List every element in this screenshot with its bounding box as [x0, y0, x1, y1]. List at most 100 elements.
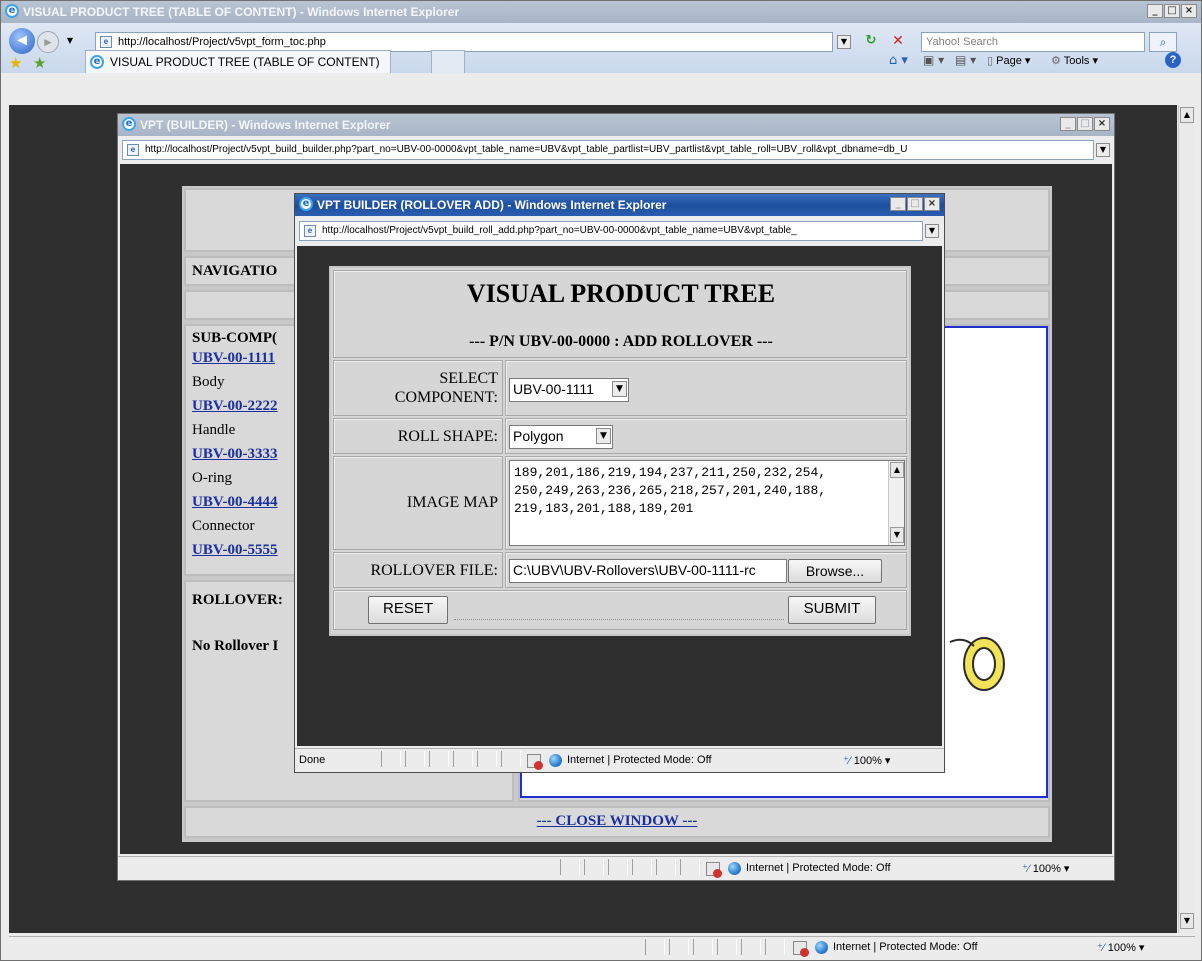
popup-address-bar[interactable]: e http://localhost/Project/v5vpt_build_r…: [299, 221, 923, 241]
component-name: Handle: [192, 422, 236, 438]
close-icon[interactable]: ×: [924, 197, 940, 211]
outer-nav-bar: ◄ ► ▼ e http://localhost/Project/v5vpt_f…: [1, 23, 1201, 73]
outer-title-bar[interactable]: e VISUAL PRODUCT TREE (TABLE OF CONTENT)…: [1, 1, 1201, 23]
select-component-label: SELECT COMPONENT:: [395, 369, 498, 407]
scroll-up-icon[interactable]: ▲: [890, 462, 904, 478]
help-icon[interactable]: ?: [1165, 52, 1181, 68]
tools-menu-label: Tools: [1063, 55, 1090, 67]
rollovers-heading: ROLLOVER:: [192, 592, 283, 608]
blocked-icon[interactable]: [706, 862, 722, 878]
new-tab-button[interactable]: [431, 50, 465, 73]
submit-button[interactable]: SUBMIT: [788, 596, 876, 624]
globe-icon: [549, 754, 562, 767]
outer-vertical-scrollbar[interactable]: ▲ ▼: [1178, 105, 1195, 933]
feeds-icon[interactable]: ▣ ▾: [923, 53, 944, 67]
select-component-label-line1: SELECT: [439, 370, 498, 387]
reset-button[interactable]: RESET: [368, 596, 448, 624]
builder-window-title: VPT (BUILDER) - Windows Internet Explore…: [140, 118, 391, 132]
select-component-input-cell: UBV-00-1111 ▼: [505, 360, 907, 416]
select-component-dropdown[interactable]: UBV-00-1111 ▼: [509, 378, 629, 402]
zoom-icon: ⁺⁄: [1097, 942, 1105, 954]
outer-window-controls: _ □ ×: [1147, 4, 1197, 18]
popup-page-area: VISUAL PRODUCT TREE --- P/N UBV-00-0000 …: [297, 246, 942, 746]
builder-status-bar: Internet | Protected Mode: Off ⁺⁄ 100% ▾: [118, 856, 1114, 880]
minimize-icon[interactable]: _: [890, 197, 906, 211]
status-cell: [717, 939, 737, 955]
popup-title-bar[interactable]: e VPT BUILDER (ROLLOVER ADD) - Windows I…: [295, 194, 944, 216]
address-dropdown-icon[interactable]: ▼: [837, 35, 851, 49]
outer-window-title: VISUAL PRODUCT TREE (TABLE OF CONTENT) -…: [23, 5, 460, 19]
scroll-down-icon[interactable]: ▼: [890, 527, 904, 543]
page-menu[interactable]: ▯ Page ▾: [987, 54, 1030, 67]
scroll-up-icon[interactable]: ▲: [1180, 107, 1194, 123]
close-icon[interactable]: ×: [1181, 4, 1197, 18]
maximize-icon[interactable]: □: [1077, 117, 1093, 131]
status-cell: [693, 939, 713, 955]
popup-status-zone: Internet | Protected Mode: Off: [567, 754, 712, 766]
rollover-file-input-cell: C:\UBV\UBV-Rollovers\UBV-00-1111-rc Brow…: [505, 552, 907, 588]
blocked-icon[interactable]: [793, 941, 809, 957]
add-favorites-icon[interactable]: ★: [33, 55, 49, 71]
roll-shape-dropdown[interactable]: Polygon ▼: [509, 425, 613, 449]
buttons-divider: [454, 619, 784, 620]
component-link[interactable]: UBV-00-4444: [192, 494, 278, 511]
status-cell: [680, 859, 700, 875]
refresh-icon[interactable]: ↻: [861, 33, 881, 51]
builder-title-bar[interactable]: e VPT (BUILDER) - Windows Internet Explo…: [118, 114, 1114, 136]
component-link[interactable]: UBV-00-2222: [192, 398, 278, 415]
product-image: [949, 637, 1005, 691]
builder-address-text: http://localhost/Project/v5vpt_build_bui…: [145, 144, 908, 155]
favorites-star-icon[interactable]: ★: [9, 55, 25, 71]
builder-address-bar[interactable]: e http://localhost/Project/v5vpt_build_b…: [122, 140, 1094, 160]
status-cell: [405, 751, 425, 767]
minimize-icon[interactable]: _: [1060, 117, 1076, 131]
component-link[interactable]: UBV-00-1111: [192, 350, 275, 367]
stop-icon[interactable]: ✕: [889, 33, 907, 51]
maximize-icon[interactable]: □: [1164, 4, 1180, 18]
roll-shape-value: Polygon: [513, 428, 564, 444]
popup-zoom-control[interactable]: ⁺⁄ 100% ▾: [843, 754, 890, 767]
rollover-file-path-input[interactable]: C:\UBV\UBV-Rollovers\UBV-00-1111-rc: [509, 559, 787, 583]
home-icon[interactable]: ⌂ ▾: [889, 53, 908, 68]
outer-zoom-control[interactable]: ⁺⁄ 100% ▾: [1097, 941, 1144, 954]
image-map-scrollbar[interactable]: ▲ ▼: [888, 461, 904, 545]
page-doc-icon: e: [304, 225, 316, 237]
tools-menu[interactable]: ⚙ Tools ▾: [1051, 54, 1098, 67]
component-name: Body: [192, 374, 225, 390]
builder-status-zone: Internet | Protected Mode: Off: [746, 862, 891, 874]
popup-status-bar: Done Internet | Protected Mode: Off ⁺⁄ 1…: [295, 748, 944, 772]
maximize-icon[interactable]: □: [907, 197, 923, 211]
popup-address-dropdown-icon[interactable]: ▼: [925, 224, 939, 238]
status-cell: [453, 751, 473, 767]
close-icon[interactable]: ×: [1094, 117, 1110, 131]
component-link[interactable]: UBV-00-5555: [192, 542, 278, 559]
builder-zoom-control[interactable]: ⁺⁄ 100% ▾: [1022, 862, 1069, 875]
status-cell: [584, 859, 604, 875]
scroll-down-icon[interactable]: ▼: [1180, 913, 1194, 929]
print-icon[interactable]: ▤ ▾: [955, 53, 976, 67]
zoom-icon: ⁺⁄: [1022, 863, 1030, 875]
component-link[interactable]: UBV-00-3333: [192, 446, 278, 463]
back-icon[interactable]: ◄: [9, 28, 35, 54]
history-dropdown-icon[interactable]: ▼: [63, 35, 77, 49]
rollover-file-label: ROLLOVER FILE:: [370, 562, 498, 579]
status-cell: [608, 859, 628, 875]
popup-window: e VPT BUILDER (ROLLOVER ADD) - Windows I…: [294, 193, 945, 773]
browse-button[interactable]: Browse...: [788, 559, 882, 583]
browser-tab-active[interactable]: e VISUAL PRODUCT TREE (TABLE OF CONTENT): [85, 50, 391, 73]
form-header-cell: VISUAL PRODUCT TREE --- P/N UBV-00-0000 …: [333, 270, 907, 358]
image-map-textarea[interactable]: 189,201,186,219,194,237,211,250,232,254,…: [509, 460, 905, 546]
forward-icon[interactable]: ►: [37, 31, 59, 53]
no-rollover-text: No Rollover I: [192, 638, 279, 654]
minimize-icon[interactable]: _: [1147, 4, 1163, 18]
close-window-link[interactable]: --- CLOSE WINDOW ---: [537, 813, 698, 829]
blocked-icon[interactable]: [527, 754, 543, 770]
rollover-form: VISUAL PRODUCT TREE --- P/N UBV-00-0000 …: [329, 266, 911, 636]
select-component-value: UBV-00-1111: [513, 381, 594, 397]
status-cell: [477, 751, 497, 767]
search-icon[interactable]: ⌕: [1149, 32, 1177, 52]
select-component-label-line2: COMPONENT:: [394, 389, 498, 406]
builder-address-dropdown-icon[interactable]: ▼: [1096, 143, 1110, 157]
search-input[interactable]: Yahoo! Search: [921, 32, 1145, 52]
outer-address-bar[interactable]: e http://localhost/Project/v5vpt_form_to…: [95, 32, 833, 52]
